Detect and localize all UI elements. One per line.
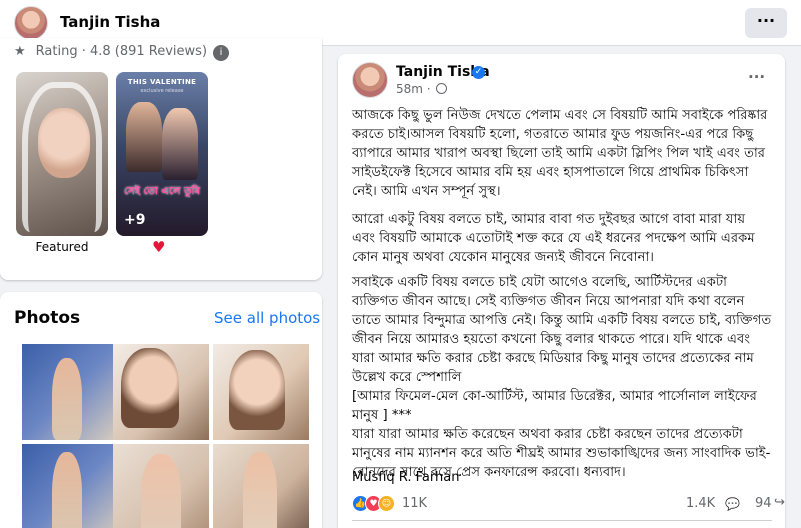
- see-all-photos-link[interactable]: See all photos: [214, 309, 320, 327]
- featured-label: Featured: [35, 240, 89, 254]
- comment-icon: 💬: [725, 497, 740, 511]
- poster-subheader: exclusive release: [140, 88, 184, 94]
- page-avatar[interactable]: [14, 6, 48, 40]
- photo-figure: [52, 358, 82, 440]
- photo-thumbnail[interactable]: [113, 444, 209, 528]
- post-signature: Musfiq R. Farhan: [352, 470, 460, 485]
- post-paragraph: আজকে কিছু ভুল নিউজ দেখতে পেলাম এবং সে বি…: [352, 108, 768, 199]
- post-body: আজকে কিছু ভুল নিউজ দেখতে পেলাম এবং সে বি…: [352, 106, 772, 488]
- divider: [352, 520, 772, 521]
- photos-title: Photos: [14, 308, 81, 328]
- heart-icon: ♥: [152, 238, 166, 256]
- photo-figure: [243, 452, 277, 528]
- photo-figure: [121, 348, 179, 428]
- star-icon: ★: [14, 44, 26, 59]
- comment-count[interactable]: 1.4K: [686, 496, 715, 511]
- post-paragraph: সবাইকে একটি বিষয় বলতে চাই যেটা আগেও বলে…: [352, 275, 772, 480]
- photo-thumbnail[interactable]: [22, 444, 118, 528]
- reaction-summary-bar: 👍 ♥ ☺ 11K 1.4K 💬 94 ↪: [352, 494, 785, 514]
- post-timestamp[interactable]: 58m ·: [396, 82, 448, 96]
- photo-figure: [52, 452, 82, 528]
- post-author-avatar[interactable]: [352, 62, 388, 98]
- share-count[interactable]: 94: [755, 496, 772, 511]
- featured-card: ★ Rating · 4.8 (891 Reviews) i THIS VALENT…: [0, 38, 322, 280]
- page-name[interactable]: Tanjin Tisha: [60, 13, 160, 31]
- share-icon: ↪: [774, 495, 785, 510]
- photo-thumbnail[interactable]: [213, 444, 309, 528]
- rating-line: ★ Rating · 4.8 (891 Reviews) i: [14, 44, 230, 61]
- more-count: +9: [124, 212, 146, 228]
- poster-title: সেই তো এলে তুমি: [124, 186, 200, 197]
- haha-icon[interactable]: ☺: [378, 495, 395, 512]
- more-options-button[interactable]: ···: [745, 8, 787, 38]
- post-time-text: 58m: [396, 82, 423, 96]
- rating-text: Rating · 4.8 (891 Reviews): [35, 44, 208, 59]
- verified-badge-icon: ✓: [472, 66, 485, 79]
- post-options-button[interactable]: ···: [748, 68, 765, 86]
- poster-figure-left: [126, 102, 162, 172]
- info-icon[interactable]: i: [213, 45, 230, 61]
- poster-header: THIS VALENTINE: [127, 78, 197, 86]
- globe-icon: [436, 83, 448, 94]
- reaction-count[interactable]: 11K: [402, 496, 427, 511]
- featured-item-2[interactable]: THIS VALENTINE exclusive release সেই তো …: [116, 72, 208, 236]
- photo-thumbnail[interactable]: [22, 344, 118, 440]
- photo-thumbnail[interactable]: [213, 344, 309, 440]
- poster-figure-right: [162, 108, 198, 180]
- post-paragraph: আরো একটু বিষয় বলতে চাই, আমার বাবা গত দু…: [352, 212, 755, 265]
- photo-figure: [229, 350, 285, 430]
- post-card: Tanjin Tisha ✓ 58m · ··· আজকে কিছু ভুল ন…: [338, 54, 785, 528]
- featured-item-1[interactable]: [16, 72, 108, 236]
- photo-figure: [141, 454, 181, 528]
- photos-card: Photos See all photos: [0, 292, 322, 528]
- featured-photo-face: [38, 108, 90, 178]
- photo-thumbnail[interactable]: [113, 344, 209, 440]
